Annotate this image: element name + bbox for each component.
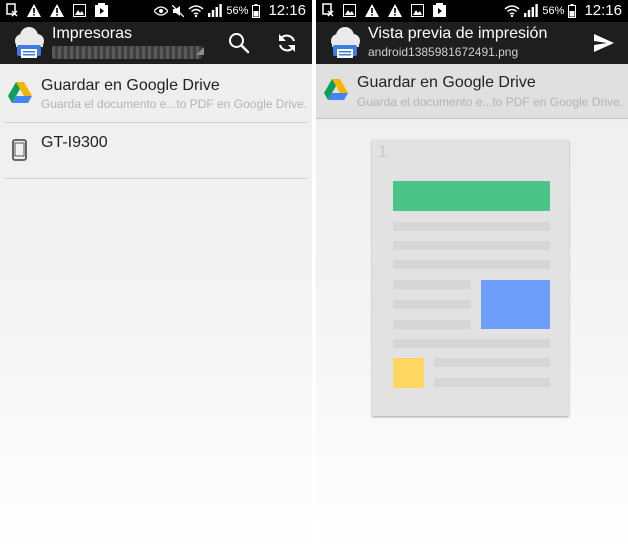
- preview-text-line: [393, 280, 471, 289]
- warning-icon: [388, 3, 402, 17]
- print-preview-page[interactable]: 1: [372, 140, 569, 416]
- search-button[interactable]: [226, 31, 252, 55]
- play-store-icon: [433, 3, 446, 17]
- refresh-button[interactable]: [274, 31, 300, 55]
- page-title: Vista previa de impresión: [368, 25, 548, 42]
- search-icon: [229, 33, 250, 54]
- battery-icon: [252, 3, 261, 18]
- signal-icon: [208, 4, 223, 17]
- wifi-icon: [188, 4, 204, 17]
- cloud-print-app-icon[interactable]: [329, 26, 361, 60]
- image-icon: [411, 3, 424, 17]
- image-icon: [73, 3, 86, 17]
- preview-text-line: [393, 339, 550, 348]
- google-drive-icon: [8, 82, 32, 103]
- refresh-icon: [278, 34, 296, 52]
- printer-item-google-drive[interactable]: Guardar en Google Drive Guarda el docume…: [0, 64, 312, 122]
- preview-text-line: [393, 300, 471, 309]
- printer-item-gt-i9300[interactable]: GT-I9300: [0, 123, 312, 178]
- account-selector-redacted[interactable]: [52, 46, 202, 59]
- action-bar: Impresoras: [0, 22, 312, 64]
- preview-image-block: [481, 280, 550, 329]
- printer-title: Guardar en Google Drive: [357, 74, 536, 91]
- preview-text-line: [393, 320, 471, 329]
- list-divider: [4, 178, 308, 179]
- signal-icon: [524, 4, 539, 17]
- warning-icon: [50, 3, 64, 17]
- printers-screen: 56% 12:16 Impresoras Guardar en Google D…: [0, 0, 312, 556]
- send-icon: [594, 34, 614, 52]
- preview-header-block: [393, 181, 550, 211]
- wifi-icon: [504, 4, 520, 17]
- google-drive-icon: [324, 79, 348, 100]
- cloud-print-app-icon[interactable]: [13, 26, 45, 60]
- action-bar: Vista previa de impresión android1385981…: [316, 22, 628, 64]
- blocked-call-icon: [322, 3, 334, 17]
- phone-icon: [12, 139, 27, 161]
- status-bar: 56% 12:16: [316, 0, 628, 22]
- printer-title: GT-I9300: [41, 134, 108, 151]
- battery-icon: [568, 3, 577, 18]
- printer-subtitle: Guarda el documento e...to PDF en Google…: [41, 97, 308, 111]
- image-icon: [343, 3, 356, 17]
- printer-title: Guardar en Google Drive: [41, 77, 220, 94]
- warning-icon: [365, 3, 379, 17]
- page-title: Impresoras: [52, 25, 133, 42]
- play-store-icon: [95, 3, 108, 17]
- battery-percent: 56%: [226, 4, 249, 17]
- preview-text-line: [393, 241, 550, 250]
- warning-icon: [27, 3, 41, 17]
- printer-subtitle: Guarda el documento e...to PDF en Google…: [357, 95, 624, 109]
- eye-icon: [154, 5, 169, 16]
- preview-thumbnail-block: [393, 358, 424, 388]
- clock: 12:16: [584, 2, 622, 19]
- send-button[interactable]: [591, 31, 617, 55]
- selected-printer[interactable]: Guardar en Google Drive Guarda el docume…: [316, 64, 628, 119]
- clock: 12:16: [268, 2, 306, 19]
- print-preview-screen: 56% 12:16 Vista previa de impresión andr…: [316, 0, 628, 556]
- status-bar: 56% 12:16: [0, 0, 312, 22]
- file-name: android1385981672491.png: [368, 45, 519, 59]
- dropdown-indicator-icon[interactable]: [196, 47, 204, 55]
- preview-text-line: [434, 378, 550, 387]
- preview-text-line: [393, 222, 550, 231]
- blocked-call-icon: [6, 3, 18, 17]
- page-number: 1: [378, 142, 388, 161]
- mute-icon: [172, 4, 185, 17]
- preview-text-line: [434, 358, 550, 367]
- preview-text-line: [393, 260, 550, 269]
- battery-percent: 56%: [542, 4, 565, 17]
